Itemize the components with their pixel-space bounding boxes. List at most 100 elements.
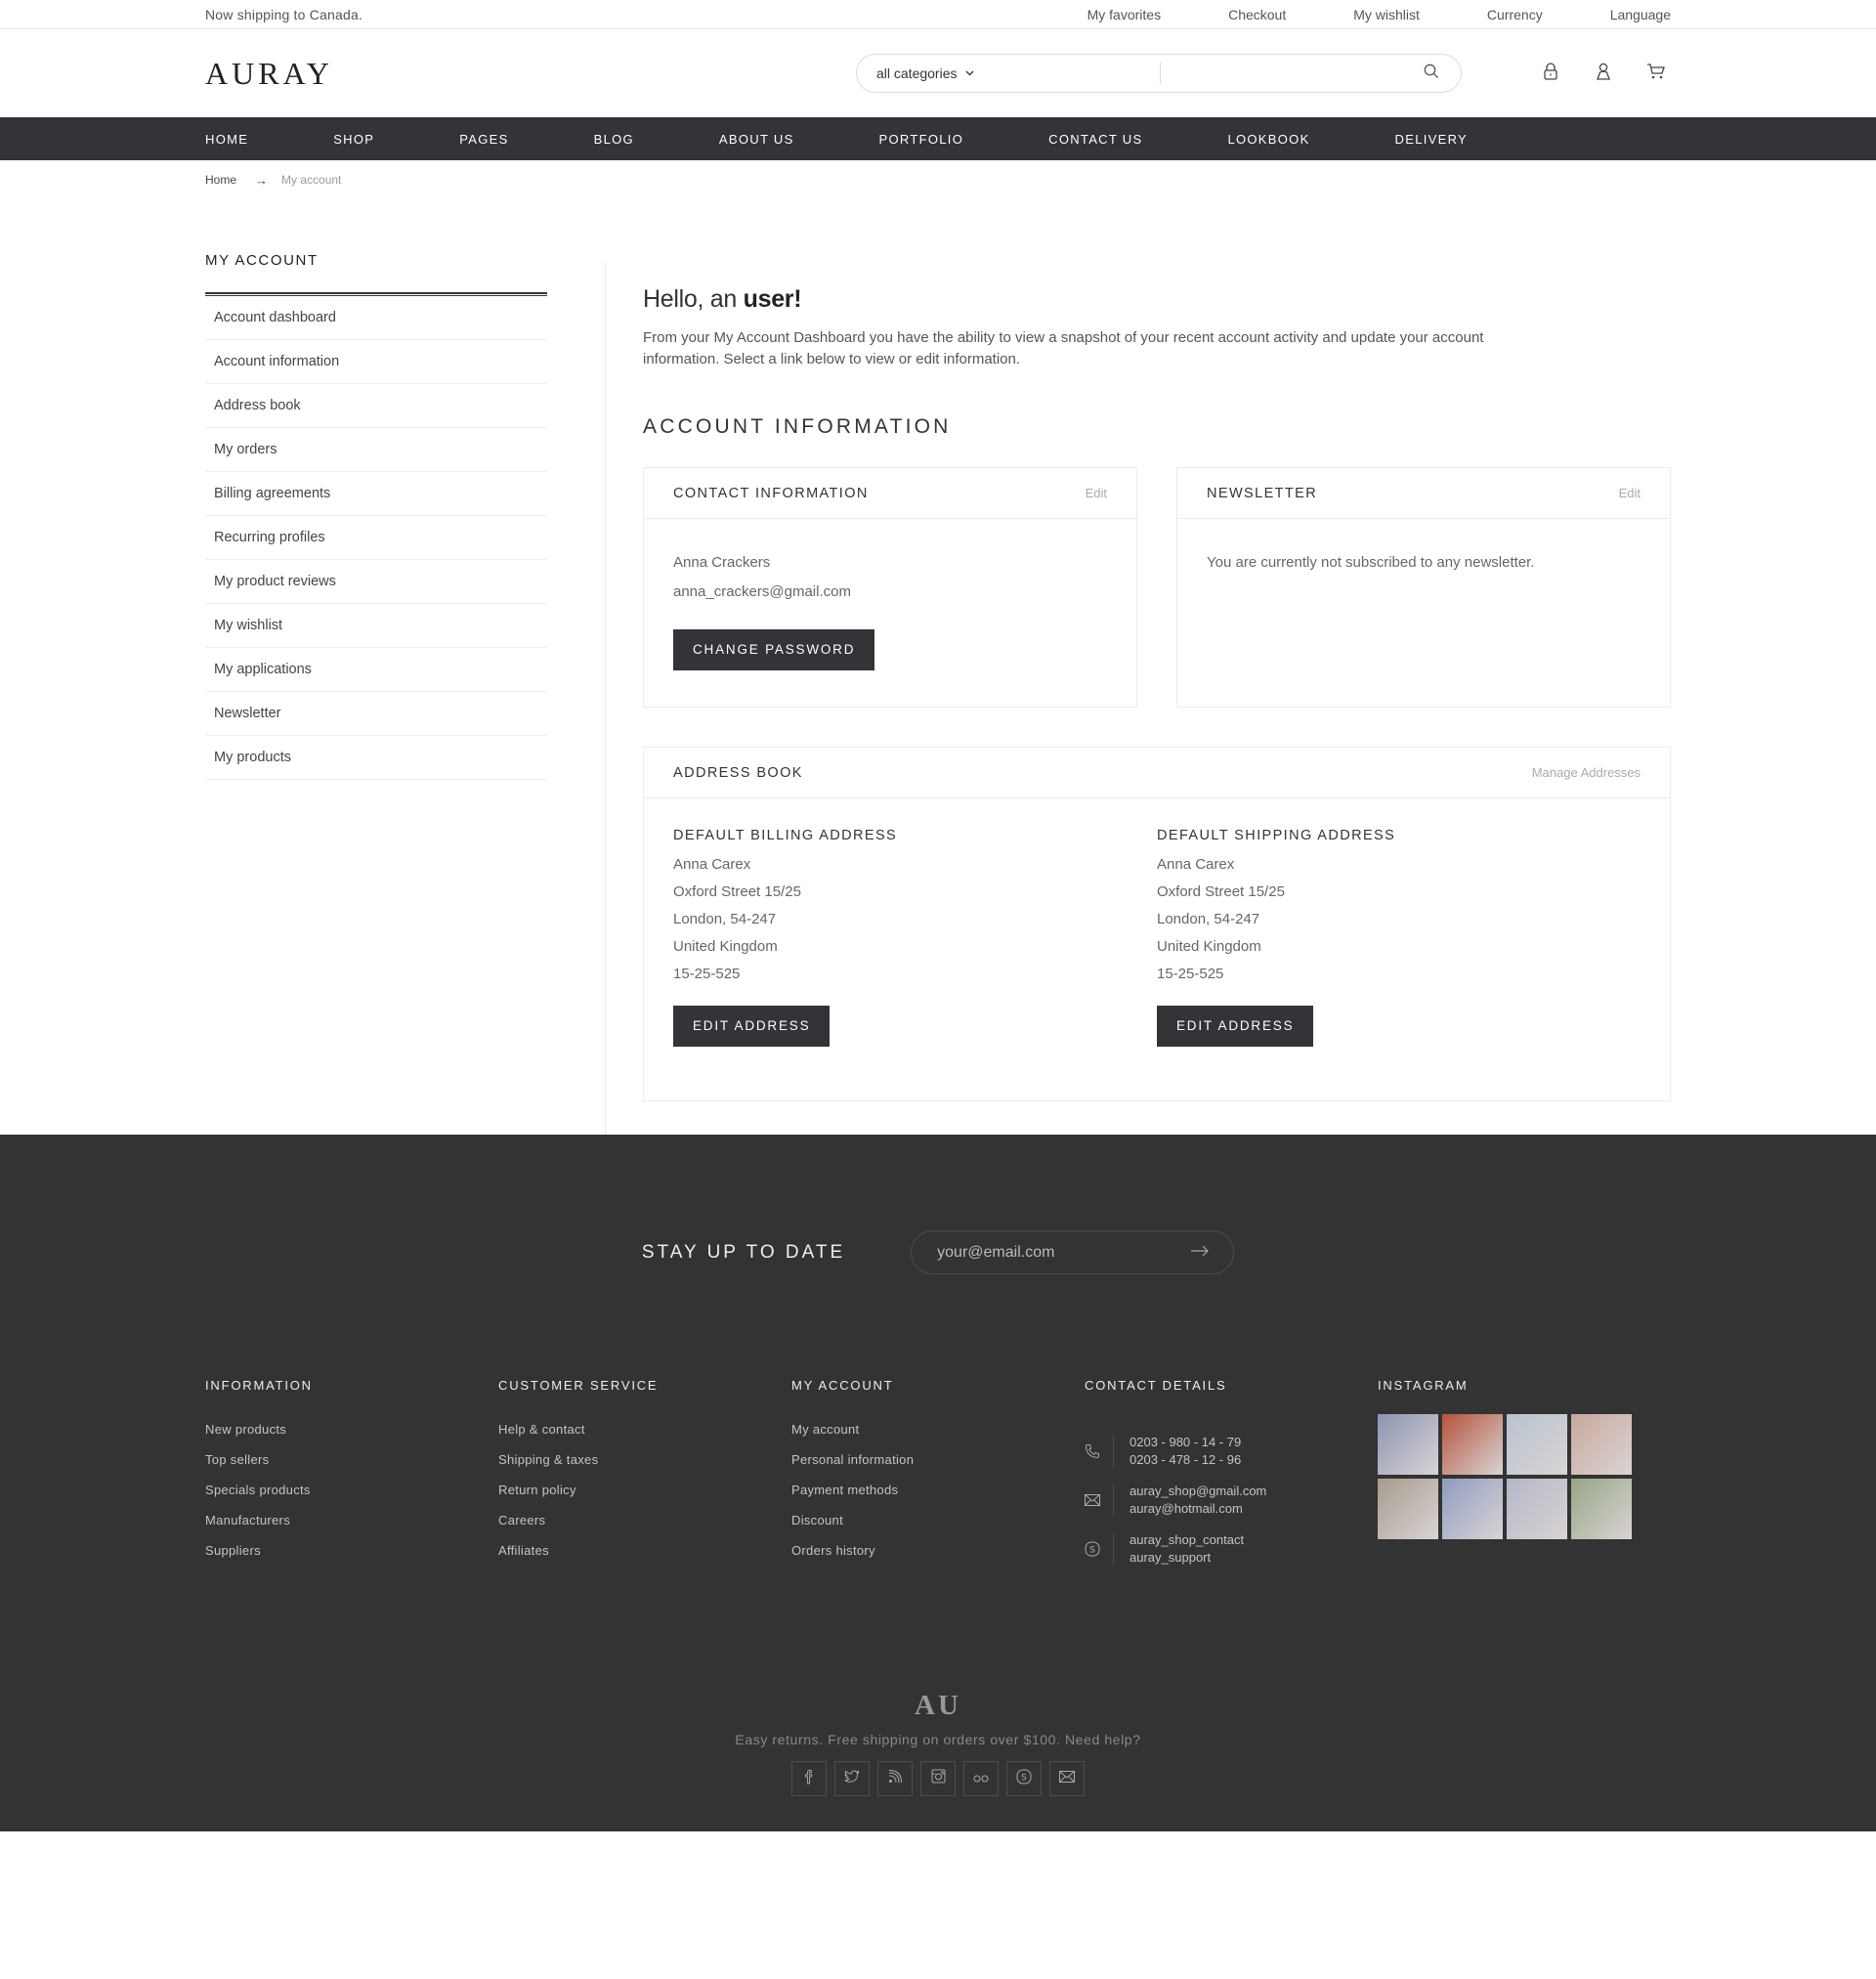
- subscribe-label: STAY UP TO DATE: [641, 1241, 846, 1263]
- nav-shop[interactable]: SHOP: [333, 132, 374, 147]
- instagram-photo[interactable]: [1442, 1479, 1503, 1539]
- greeting-prefix: Hello, an: [643, 285, 744, 313]
- dashboard-content: Hello, an user! From your My Account Das…: [606, 199, 1671, 1135]
- sidebar-item-address-book[interactable]: Address book: [205, 384, 547, 428]
- contact-email-2[interactable]: auray@hotmail.com: [1130, 1500, 1266, 1518]
- account-button[interactable]: [1589, 59, 1618, 88]
- contact-email-1[interactable]: auray_shop@gmail.com: [1130, 1483, 1266, 1500]
- footer-col-title: INSTAGRAM: [1378, 1378, 1469, 1393]
- nav-pages[interactable]: PAGES: [459, 132, 508, 147]
- instagram-photo[interactable]: [1571, 1414, 1632, 1475]
- social-instagram[interactable]: [920, 1761, 956, 1796]
- category-select[interactable]: all categories: [857, 65, 1160, 81]
- footer-link-help-contact[interactable]: Help & contact: [498, 1414, 791, 1444]
- newsletter-body: You are currently not subscribed to any …: [1177, 519, 1670, 607]
- instagram-photo[interactable]: [1378, 1479, 1438, 1539]
- footer-link-personal-information[interactable]: Personal information: [791, 1444, 1085, 1475]
- billing-country: United Kingdom: [673, 938, 778, 955]
- social-rss[interactable]: [877, 1761, 913, 1796]
- address-book-title: ADDRESS BOOK: [673, 764, 803, 781]
- billing-phone: 15-25-525: [673, 966, 741, 982]
- sidebar-item-applications[interactable]: My applications: [205, 648, 547, 692]
- instagram-photo[interactable]: [1378, 1414, 1438, 1475]
- footer-col-title: CUSTOMER SERVICE: [498, 1378, 659, 1393]
- newsletter-edit-link[interactable]: Edit: [1619, 486, 1641, 500]
- footer-link-specials-products[interactable]: Specials products: [205, 1475, 498, 1505]
- address-columns: DEFAULT BILLING ADDRESS Anna Carex Oxfor…: [644, 798, 1670, 1047]
- instagram-photo[interactable]: [1442, 1414, 1503, 1475]
- search-button[interactable]: [1412, 55, 1451, 92]
- footer-link-discount[interactable]: Discount: [791, 1505, 1085, 1535]
- edit-shipping-address-button[interactable]: EDIT ADDRESS: [1157, 1006, 1314, 1047]
- nav-about-us[interactable]: ABOUT US: [719, 132, 794, 147]
- footer-note: Easy returns. Free shipping on orders ov…: [735, 1732, 1141, 1747]
- nav-delivery[interactable]: DELIVERY: [1395, 132, 1468, 147]
- top-link-favorites[interactable]: My favorites: [1087, 7, 1161, 22]
- search-input[interactable]: [1161, 56, 1412, 91]
- lock-icon: [1543, 62, 1558, 85]
- nav-portfolio[interactable]: PORTFOLIO: [879, 132, 964, 147]
- footer-link-orders-history[interactable]: Orders history: [791, 1535, 1085, 1566]
- top-link-language[interactable]: Language: [1610, 7, 1671, 22]
- svg-text:S: S: [1089, 1546, 1095, 1556]
- footer-link-new-products[interactable]: New products: [205, 1414, 498, 1444]
- login-button[interactable]: [1536, 59, 1565, 88]
- sidebar-item-account-information[interactable]: Account information: [205, 340, 547, 384]
- subscribe-submit-button[interactable]: [1190, 1244, 1210, 1262]
- edit-billing-address-button[interactable]: EDIT ADDRESS: [673, 1006, 831, 1047]
- top-link-checkout[interactable]: Checkout: [1228, 7, 1286, 22]
- subscribe-email-input[interactable]: [937, 1243, 1191, 1262]
- social-twitter[interactable]: [834, 1761, 870, 1796]
- footer-link-shipping-taxes[interactable]: Shipping & taxes: [498, 1444, 791, 1475]
- shipping-name: Anna Carex: [1157, 856, 1235, 873]
- sidebar-item-product-reviews[interactable]: My product reviews: [205, 560, 547, 604]
- footer-link-suppliers[interactable]: Suppliers: [205, 1535, 498, 1566]
- footer-col-my-account: MY ACCOUNT My account Personal informati…: [791, 1378, 1085, 1580]
- nav-contact-us[interactable]: CONTACT US: [1048, 132, 1142, 147]
- footer-link-my-account[interactable]: My account: [791, 1414, 1085, 1444]
- chevron-down-icon: [965, 68, 974, 79]
- top-link-currency[interactable]: Currency: [1487, 7, 1543, 22]
- contact-edit-link[interactable]: Edit: [1086, 486, 1107, 500]
- footer-link-careers[interactable]: Careers: [498, 1505, 791, 1535]
- arrow-right-icon: →: [255, 172, 269, 188]
- change-password-button[interactable]: CHANGE PASSWORD: [673, 629, 875, 670]
- rss-icon: [888, 1769, 902, 1788]
- instagram-photo[interactable]: [1507, 1414, 1567, 1475]
- nav-lookbook[interactable]: LOOKBOOK: [1227, 132, 1309, 147]
- nav-home[interactable]: HOME: [205, 132, 248, 147]
- cart-button[interactable]: [1642, 59, 1671, 88]
- breadcrumb-home[interactable]: Home: [205, 173, 236, 187]
- sidebar-item-my-products[interactable]: My products: [205, 736, 547, 780]
- logo[interactable]: AURAY: [205, 56, 333, 92]
- instagram-photo[interactable]: [1571, 1479, 1632, 1539]
- nav-blog[interactable]: BLOG: [594, 132, 634, 147]
- sidebar-item-my-orders[interactable]: My orders: [205, 428, 547, 472]
- footer-link-top-sellers[interactable]: Top sellers: [205, 1444, 498, 1475]
- sidebar-item-billing-agreements[interactable]: Billing agreements: [205, 472, 547, 516]
- social-flickr[interactable]: [963, 1761, 999, 1796]
- footer-col-title: INFORMATION: [205, 1378, 313, 1393]
- sidebar-item-recurring-profiles[interactable]: Recurring profiles: [205, 516, 547, 560]
- footer-link-payment-methods[interactable]: Payment methods: [791, 1475, 1085, 1505]
- shipping-address-title: DEFAULT SHIPPING ADDRESS: [1157, 828, 1396, 843]
- newsletter-box: NEWSLETTER Edit You are currently not su…: [1176, 467, 1671, 708]
- sidebar-item-newsletter[interactable]: Newsletter: [205, 692, 547, 736]
- top-link-wishlist[interactable]: My wishlist: [1353, 7, 1420, 22]
- breadcrumb-current: My account: [281, 173, 342, 187]
- social-mail[interactable]: [1049, 1761, 1085, 1796]
- sidebar-item-account-dashboard[interactable]: Account dashboard: [205, 296, 547, 340]
- instagram-photo[interactable]: [1507, 1479, 1567, 1539]
- footer-link-affiliates[interactable]: Affiliates: [498, 1535, 791, 1566]
- social-facebook[interactable]: [791, 1761, 827, 1796]
- user-icon: [1596, 63, 1611, 85]
- footer-col-title: CONTACT DETAILS: [1085, 1378, 1227, 1393]
- footer-link-manufacturers[interactable]: Manufacturers: [205, 1505, 498, 1535]
- social-skype[interactable]: S: [1006, 1761, 1042, 1796]
- manage-addresses-link[interactable]: Manage Addresses: [1532, 765, 1641, 780]
- cart-icon: [1646, 63, 1666, 85]
- sidebar-item-wishlist[interactable]: My wishlist: [205, 604, 547, 648]
- info-boxes: CONTACT INFORMATION Edit Anna Crackers a…: [643, 467, 1671, 708]
- footer-link-return-policy[interactable]: Return policy: [498, 1475, 791, 1505]
- footer-logo: AU: [915, 1690, 961, 1721]
